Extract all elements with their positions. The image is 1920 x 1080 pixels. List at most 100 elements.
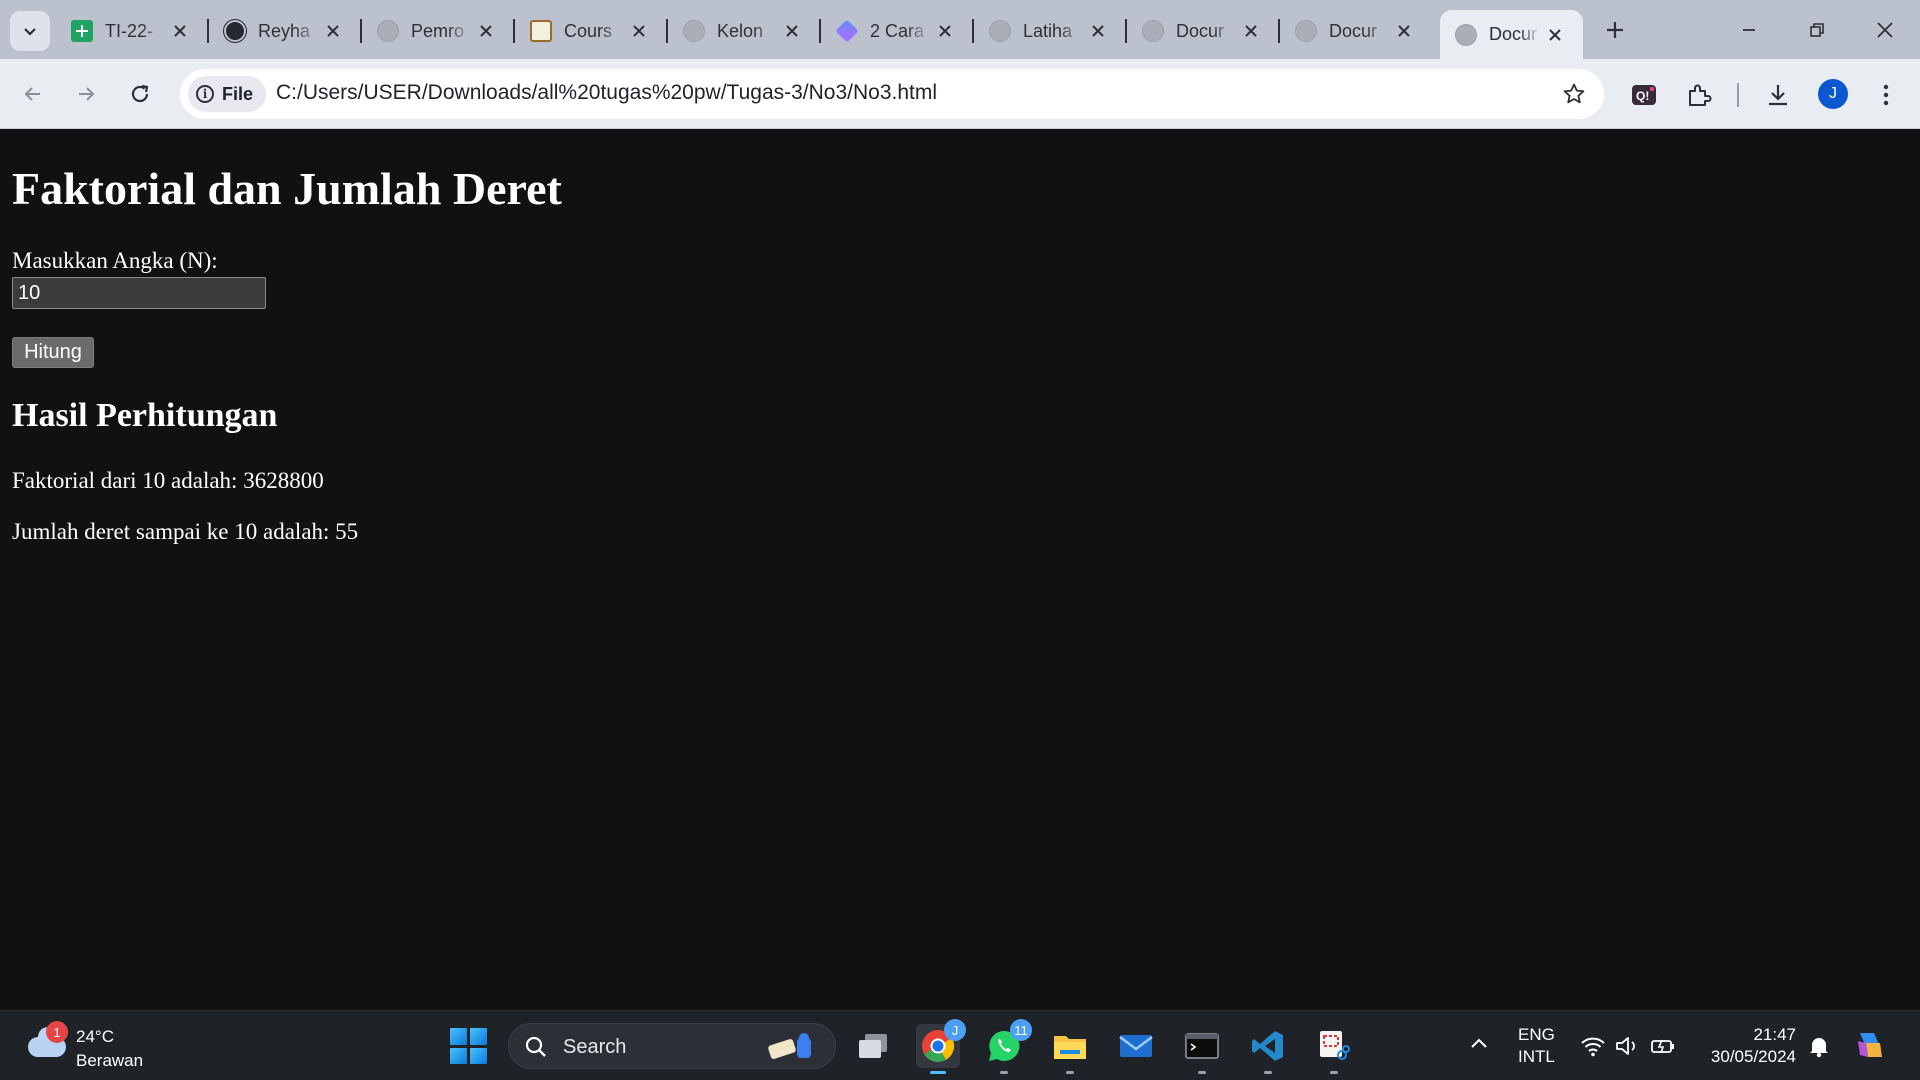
downloads-button[interactable] <box>1760 77 1796 113</box>
tab-label: Docur <box>1329 20 1378 41</box>
plus-icon <box>1607 22 1623 38</box>
search-placeholder: Search <box>563 1036 627 1058</box>
system-clock[interactable]: 21:47 30/05/2024 <box>1700 1024 1796 1068</box>
close-icon[interactable] <box>1237 17 1265 45</box>
tab-1[interactable]: TI-22- <box>56 10 209 52</box>
taskbar-search[interactable]: Search <box>508 1023 836 1069</box>
tab-6[interactable]: 2 Cara <box>821 10 974 52</box>
clock-date: 30/05/2024 <box>1710 1047 1796 1066</box>
task-view-button[interactable] <box>851 1024 895 1068</box>
extensions-button[interactable] <box>1681 77 1717 113</box>
weather-badge: 1 <box>46 1021 68 1043</box>
tab-label: 2 Cara <box>870 20 925 41</box>
tab-10-active[interactable]: Docur <box>1440 10 1583 59</box>
globe-icon <box>1142 20 1164 42</box>
bookmark-button[interactable] <box>1560 80 1588 108</box>
tab-search-button[interactable] <box>10 11 50 51</box>
close-icon[interactable] <box>778 17 806 45</box>
windows-logo-pane <box>470 1047 487 1064</box>
info-icon: i <box>196 85 214 103</box>
running-indicator <box>1066 1071 1074 1074</box>
close-icon[interactable] <box>1390 17 1418 45</box>
terminal-taskbar-button[interactable] <box>1180 1024 1224 1074</box>
browser-menu-button[interactable] <box>1868 77 1904 113</box>
weather-widget[interactable]: 1 24°C Berawan <box>26 1021 176 1071</box>
arrow-left-icon <box>24 87 40 101</box>
tab-9[interactable]: Docur <box>1280 10 1432 52</box>
extension-ai-button[interactable]: Q! <box>1626 77 1662 113</box>
close-icon[interactable] <box>472 17 500 45</box>
address-bar[interactable]: i File C:/Users/USER/Downloads/all%20tug… <box>180 69 1604 119</box>
vscode-taskbar-button[interactable] <box>1246 1024 1290 1074</box>
course-icon <box>530 20 552 42</box>
file-explorer-taskbar-button[interactable] <box>1048 1024 1092 1074</box>
github-icon <box>224 20 246 42</box>
calculate-button[interactable]: Hitung <box>12 337 94 368</box>
close-icon[interactable] <box>1541 21 1569 49</box>
weather-temperature: 24°C <box>76 1027 114 1046</box>
start-button[interactable] <box>448 1026 488 1066</box>
close-icon <box>1877 22 1893 38</box>
tab-3[interactable]: Pemro <box>362 10 515 52</box>
tab-5[interactable]: Kelon <box>668 10 821 52</box>
page-title: Faktorial dan Jumlah Deret <box>12 163 562 214</box>
globe-icon <box>1295 20 1317 42</box>
running-indicator <box>1264 1071 1272 1074</box>
chevron-up-icon[interactable] <box>1468 1033 1490 1055</box>
more-vertical-icon <box>1883 84 1889 106</box>
back-button[interactable] <box>14 75 52 113</box>
new-tab-button[interactable] <box>1600 15 1630 45</box>
restore-button[interactable] <box>1792 10 1842 50</box>
mail-taskbar-button[interactable] <box>1114 1024 1158 1068</box>
task-view-icon <box>859 1034 887 1058</box>
taskbar: 1 24°C Berawan Search J 11 ENG INTL 21:4… <box>0 1010 1920 1080</box>
scheme-label: File <box>222 83 254 104</box>
windows-logo-pane <box>470 1028 487 1045</box>
minimize-button[interactable] <box>1724 10 1774 50</box>
globe-icon <box>377 20 399 42</box>
toolbar-divider <box>1737 83 1739 107</box>
tab-2[interactable]: Reyha <box>209 10 362 52</box>
close-icon[interactable] <box>319 17 347 45</box>
whatsapp-unread-badge: 11 <box>1010 1019 1032 1041</box>
number-input[interactable] <box>12 277 266 309</box>
tab-label: Docur <box>1489 24 1538 44</box>
search-highlight-icon <box>768 1033 811 1059</box>
copilot-icon[interactable] <box>1852 1027 1888 1063</box>
snipping-tool-taskbar-button[interactable] <box>1312 1024 1356 1074</box>
tab-8[interactable]: Docur <box>1127 10 1280 52</box>
results-heading: Hasil Perhitungan <box>12 397 278 434</box>
sheets-icon <box>71 20 93 42</box>
active-indicator <box>930 1071 946 1074</box>
close-icon[interactable] <box>931 17 959 45</box>
close-icon[interactable] <box>1084 17 1112 45</box>
ai-extension-icon: Q! <box>1632 85 1656 105</box>
reload-button[interactable] <box>121 75 159 113</box>
close-icon[interactable] <box>625 17 653 45</box>
cube-icon <box>835 19 859 43</box>
running-indicator <box>1000 1071 1008 1074</box>
close-window-button[interactable] <box>1860 10 1910 50</box>
download-icon <box>1769 85 1787 106</box>
folder-icon <box>1054 1036 1086 1059</box>
chevron-down-icon <box>24 28 36 36</box>
input-language-indicator[interactable]: ENG INTL <box>1518 1024 1555 1068</box>
whatsapp-taskbar-button[interactable]: 11 <box>982 1019 1032 1074</box>
tab-label: TI-22- <box>105 20 154 41</box>
tab-4[interactable]: Cours <box>515 10 668 52</box>
chrome-taskbar-button[interactable]: J <box>916 1019 966 1074</box>
battery-icon[interactable] <box>1650 1033 1676 1059</box>
volume-icon[interactable] <box>1614 1033 1640 1059</box>
notification-bell-icon[interactable] <box>1806 1033 1832 1059</box>
tab-label: Cours <box>564 20 613 41</box>
tab-7[interactable]: Latiha <box>974 10 1127 52</box>
close-icon[interactable] <box>166 17 194 45</box>
forward-button[interactable] <box>67 75 105 113</box>
profile-avatar[interactable]: J <box>1818 79 1848 109</box>
tab-label: Reyha <box>258 20 311 41</box>
wifi-icon[interactable] <box>1580 1033 1606 1059</box>
tab-strip: TI-22- Reyha Pemro Cours Kelon 2 Cara La… <box>0 0 1920 59</box>
url-text[interactable]: C:/Users/USER/Downloads/all%20tugas%20pw… <box>276 81 937 105</box>
weather-condition: Berawan <box>76 1051 144 1070</box>
mail-icon <box>1119 1035 1153 1057</box>
